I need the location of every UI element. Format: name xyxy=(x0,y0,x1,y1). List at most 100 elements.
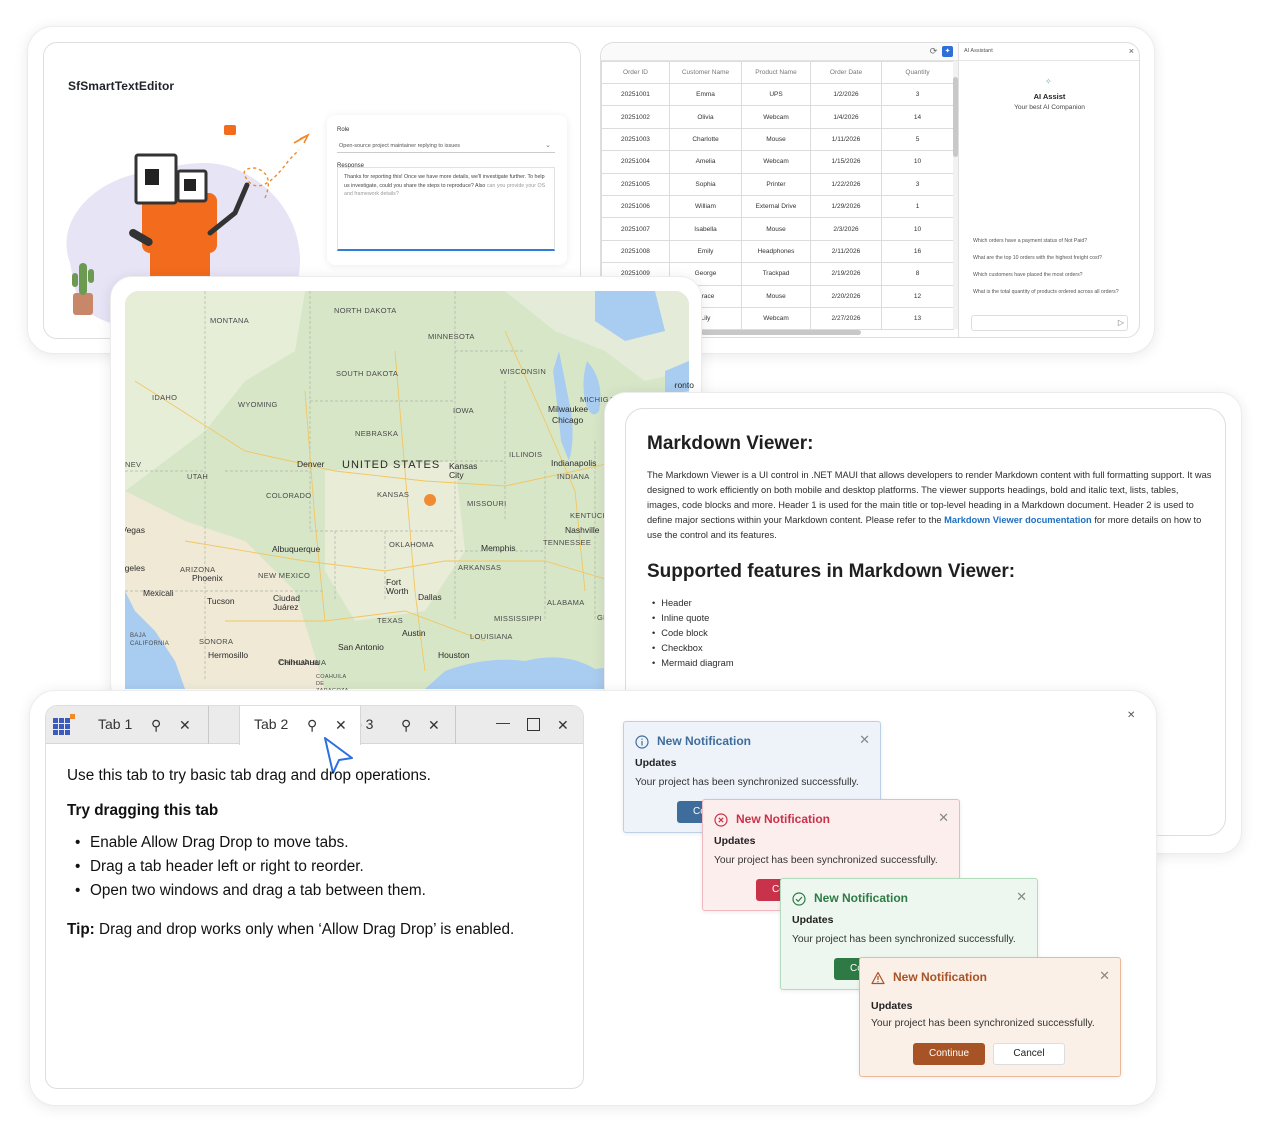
map-region-label: OKLAHOMA xyxy=(389,540,434,549)
pin-icon[interactable]: ⚲ xyxy=(307,717,317,734)
feature-list: Header Inline quote Code block Checkbox … xyxy=(652,596,734,671)
table-cell: 14 xyxy=(881,105,954,129)
pin-icon[interactable]: ⚲ xyxy=(151,717,161,734)
table-cell: Charlotte xyxy=(669,127,742,152)
close-icon[interactable]: ✕ xyxy=(1099,968,1110,984)
table-cell: 2/11/2026 xyxy=(810,239,882,264)
table-cell: 1/15/2026 xyxy=(810,150,882,174)
map-region-label: KANSAS xyxy=(377,490,410,499)
column-header[interactable]: Order Date xyxy=(810,61,882,84)
continue-button[interactable]: Continue xyxy=(913,1043,985,1065)
map-city-label: Houston xyxy=(438,650,470,660)
documentation-link[interactable]: Markdown Viewer documentation xyxy=(944,515,1092,525)
column-header[interactable]: Product Name xyxy=(741,61,811,84)
table-cell: 20251004 xyxy=(601,150,670,174)
tab-1[interactable]: Tab 1 ⚲ ✕ xyxy=(84,706,209,744)
table-cell: 1/2/2026 xyxy=(810,82,882,107)
suggestion-item[interactable]: What are the top 10 orders with the high… xyxy=(973,254,1137,262)
role-value: Open-source project maintainer replying … xyxy=(339,143,461,149)
close-icon[interactable]: ✕ xyxy=(1127,710,1135,721)
table-cell: External Drive xyxy=(741,194,811,219)
table-row[interactable]: 20251005 Sophia Printer 1/22/2026 3 xyxy=(601,172,954,196)
table-row[interactable]: 20251007 Isabella Mouse 2/3/2026 10 xyxy=(601,217,954,241)
map-city-label: Indianapolis xyxy=(551,458,597,468)
table-cell: 12 xyxy=(881,284,954,308)
tab-label: Tab 1 xyxy=(98,716,133,732)
horizontal-scrollbar[interactable] xyxy=(701,330,861,335)
role-dropdown[interactable]: Open-source project maintainer replying … xyxy=(337,139,555,153)
map-region-label: INDIANA xyxy=(557,472,590,481)
list-item: Drag a tab header left or right to reord… xyxy=(75,858,364,876)
map-city-label: Austin xyxy=(402,628,426,638)
send-icon[interactable]: ▷ xyxy=(1118,318,1124,327)
list-item: Mermaid diagram xyxy=(652,656,733,671)
maximize-icon[interactable] xyxy=(527,718,540,731)
table-row[interactable]: 20251001 Emma UPS 1/2/2026 3 xyxy=(601,82,954,107)
table-cell: 1/29/2026 xyxy=(810,194,882,219)
map-region-label: TENNESSEE xyxy=(543,538,592,547)
ai-assist-subtitle: Your best AI Companion xyxy=(1014,104,1085,111)
map-region-label: ALABAMA xyxy=(547,598,585,607)
markdown-h1: Markdown Viewer: xyxy=(647,433,814,454)
map-city-label: Los Angeles xyxy=(125,563,145,573)
suggestion-item[interactable]: Which orders have a payment status of No… xyxy=(973,237,1137,245)
table-cell: 1/22/2026 xyxy=(810,172,882,196)
column-header[interactable]: Customer Name xyxy=(669,61,742,84)
table-row[interactable]: 20251008 Emily Headphones 2/11/2026 16 xyxy=(601,239,954,264)
prompt-input[interactable]: ▷ xyxy=(971,315,1128,331)
tab-tip: Tip: Drag and drop works only when ‘Allo… xyxy=(67,921,515,938)
list-item: Checkbox xyxy=(652,641,734,656)
notification-title: New Notification xyxy=(893,970,988,984)
map-region-label: MINNESOTA xyxy=(428,332,475,341)
suggestion-item[interactable]: What is the total quantity of products o… xyxy=(973,288,1133,296)
map-city-label: Albuquerque xyxy=(272,544,321,554)
table-cell: Printer xyxy=(741,172,811,196)
close-icon[interactable]: × xyxy=(1129,46,1134,56)
notification-message: Your project has been synchronized succe… xyxy=(871,1018,1095,1029)
cancel-button[interactable]: Cancel xyxy=(993,1043,1065,1065)
minimize-icon[interactable]: — xyxy=(496,714,510,730)
map-city-label: Las Vegas xyxy=(125,525,145,535)
map-city-label: Dallas xyxy=(418,592,442,602)
table-cell: Mouse xyxy=(741,217,811,241)
map-region-label: NEW MEXICO xyxy=(258,571,311,580)
map-city-label: San Antonio xyxy=(338,642,384,652)
close-icon[interactable]: ✕ xyxy=(938,810,949,826)
column-header[interactable]: Order ID xyxy=(601,61,670,84)
notification-subtitle: Updates xyxy=(635,757,677,769)
list-item: Code block xyxy=(652,626,734,641)
refresh-icon[interactable]: ⟳ xyxy=(928,46,939,57)
table-cell: 10 xyxy=(881,150,954,174)
pin-icon[interactable]: ⚲ xyxy=(401,717,411,734)
table-cell: 16 xyxy=(881,239,954,264)
table-row[interactable]: 20251004 Amelia Webcam 1/15/2026 10 xyxy=(601,150,954,174)
table-row[interactable]: 20251002 Olivia Webcam 1/4/2026 14 xyxy=(601,105,954,129)
table-row[interactable]: 20251006 William External Drive 1/29/2026 1 xyxy=(601,194,954,219)
tab-3[interactable]: b 3 ⚲ ✕ xyxy=(346,706,456,744)
tab-heading: Try dragging this tab xyxy=(67,802,219,819)
table-row[interactable]: 20251003 Charlotte Mouse 1/11/2026 5 xyxy=(601,127,954,152)
map-region-label: MISSISSIPPI xyxy=(494,614,542,623)
close-window-icon[interactable]: ✕ xyxy=(557,717,569,734)
close-icon[interactable]: ✕ xyxy=(428,717,440,734)
sparkle-icon: ✧ xyxy=(1045,77,1052,86)
table-cell: 20251002 xyxy=(601,105,670,129)
column-header[interactable]: Quantity xyxy=(881,61,954,84)
close-icon[interactable]: ✕ xyxy=(859,732,870,748)
smart-editor-form: Role Open-source project maintainer repl… xyxy=(327,115,567,265)
map-city-label: Kansas City xyxy=(449,461,478,480)
close-icon[interactable]: ✕ xyxy=(335,717,347,734)
map-city-label: Chicago xyxy=(552,415,584,425)
tab-header-bar: Tab 1 ⚲ ✕ b 3 ⚲ ✕ Tab 2 ⚲ ✕ — ✕ xyxy=(46,706,583,745)
table-cell: 1/11/2026 xyxy=(810,127,882,152)
close-icon[interactable]: ✕ xyxy=(179,717,191,734)
tab-intro: Use this tab to try basic tab drag and d… xyxy=(67,767,431,784)
close-icon[interactable]: ✕ xyxy=(1016,889,1027,905)
table-cell: 10 xyxy=(881,217,954,241)
suggestion-item[interactable]: Which customers have placed the most ord… xyxy=(973,271,1137,279)
ai-toggle-icon[interactable]: ✦ xyxy=(942,46,953,57)
table-cell: 20251003 xyxy=(601,127,670,152)
response-editor[interactable]: Thanks for reporting this! Once we have … xyxy=(337,167,555,251)
table-cell: 2/19/2026 xyxy=(810,262,882,286)
map-city-label: Phoenix xyxy=(192,573,223,583)
